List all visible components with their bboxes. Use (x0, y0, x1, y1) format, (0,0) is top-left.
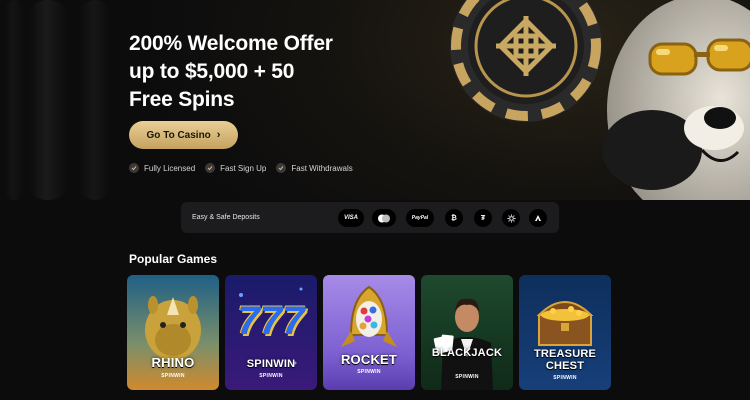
hero-headline: 200% Welcome Offer up to $5,000 + 50 Fre… (129, 30, 389, 114)
go-to-casino-button[interactable]: Go To Casino › (129, 121, 238, 149)
feature-item: Fully Licensed (129, 163, 195, 173)
games-row: RHINO SPINWIN 777 SPINWIN SPINWIN ROCKET… (127, 275, 611, 390)
triangle-coin-icon (529, 209, 547, 227)
background-pillar (4, 0, 24, 200)
cta-label: Go To Casino (146, 129, 211, 141)
chevron-right-icon: › (216, 129, 221, 141)
game-card-rhino[interactable]: RHINO SPINWIN (127, 275, 219, 390)
feature-label: Fast Sign Up (220, 163, 267, 173)
bitcoin-icon: ₿ (445, 209, 463, 227)
game-title: TREASURE CHEST (519, 348, 611, 372)
headline-line: Free Spins (129, 88, 235, 111)
game-brand: SPINWIN (161, 373, 185, 379)
game-card-rocket[interactable]: ROCKET SPINWIN (323, 275, 415, 390)
game-brand: SPINWIN (553, 375, 577, 381)
payment-methods-bar: Easy & Safe Deposits VISA PayPal ₿ ₮ (181, 202, 559, 233)
popular-games-title: Popular Games (129, 252, 218, 266)
game-title: RHINO (151, 355, 195, 370)
casino-chip-image (448, 0, 604, 124)
headline-line: up to $5,000 + 50 (129, 60, 295, 83)
game-brand: SPINWIN (259, 373, 283, 379)
game-title: ROCKET (340, 352, 398, 367)
check-icon (276, 163, 287, 173)
game-title-line: CHEST (545, 360, 585, 372)
game-title-line: TREASURE (533, 348, 597, 360)
game-card-treasure-chest[interactable]: TREASURE CHEST SPINWIN (519, 275, 611, 390)
slot-sevens-art: 777 (237, 299, 305, 343)
hero-banner: 200% Welcome Offer up to $5,000 + 50 Fre… (0, 0, 750, 200)
game-card-blackjack[interactable]: BLACKJACK SPINWIN (421, 275, 513, 390)
paypal-icon: PayPal (406, 209, 434, 227)
background-pillar (28, 0, 68, 200)
treasure-chest-game-art (519, 275, 611, 390)
check-icon (205, 163, 216, 173)
background-pillar (78, 0, 112, 200)
blackjack-game-art (421, 275, 513, 390)
check-icon (129, 163, 139, 173)
game-title: SPINWIN (246, 358, 296, 370)
feature-list: Fully Licensed Fast Sign Up Fast Withdra… (129, 163, 353, 173)
panda-mascot-image (592, 0, 750, 200)
mastercard-icon (372, 209, 396, 227)
tether-icon: ₮ (474, 209, 492, 227)
feature-item: Fast Sign Up (205, 163, 266, 173)
sun-coin-icon (502, 209, 520, 227)
deposits-label: Easy & Safe Deposits (192, 214, 260, 221)
feature-label: Fully Licensed (144, 163, 196, 173)
feature-label: Fast Withdrawals (291, 163, 353, 173)
game-brand: SPINWIN (357, 369, 381, 375)
game-title: BLACKJACK (431, 347, 503, 359)
game-card-spinwin[interactable]: 777 SPINWIN SPINWIN (225, 275, 317, 390)
game-brand: SPINWIN (455, 374, 479, 380)
headline-line: 200% Welcome Offer (129, 32, 333, 55)
feature-item: Fast Withdrawals (276, 163, 353, 173)
visa-icon: VISA (338, 209, 364, 227)
